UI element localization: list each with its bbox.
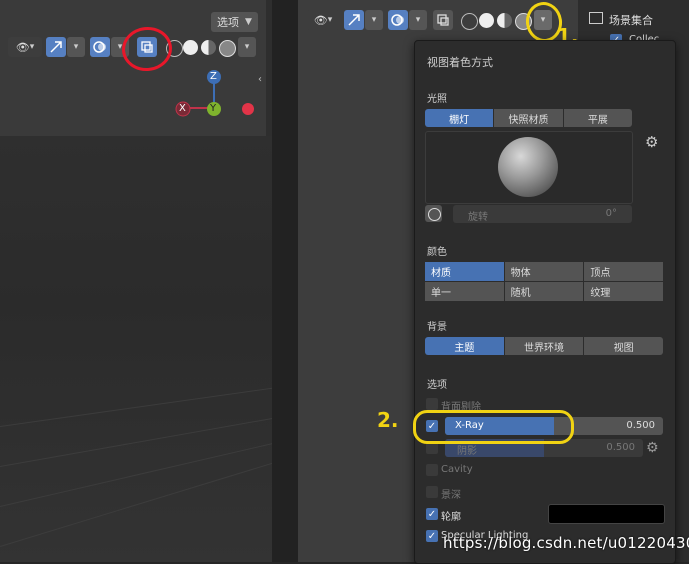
outline-checkbox[interactable]: ✓ bbox=[426, 508, 438, 520]
color-heading: 颜色 bbox=[427, 247, 447, 258]
chevron-down-icon: ▾ bbox=[73, 42, 79, 52]
material-shading-icon[interactable] bbox=[201, 40, 216, 55]
background-tab-viewport[interactable]: 视图 bbox=[584, 337, 663, 355]
xray-value: 0.500 bbox=[626, 420, 655, 431]
chevron-down-icon: ▾ bbox=[29, 42, 35, 52]
visibility-dropdown-right[interactable]: 👁 ▾ bbox=[306, 10, 340, 30]
gizmo-dropdown-right[interactable]: ▾ bbox=[365, 10, 383, 30]
shading-dropdown-left[interactable]: ▾ bbox=[238, 37, 256, 57]
visibility-dropdown[interactable]: 👁 ▾ bbox=[8, 37, 42, 57]
y-axis-label: Y bbox=[210, 103, 217, 114]
shadow-value: 0.500 bbox=[606, 442, 635, 453]
depth-of-field-label: 景深 bbox=[441, 490, 461, 501]
lighting-tab-matcap[interactable]: 快照材质 bbox=[494, 109, 564, 127]
depth-of-field-checkbox[interactable] bbox=[426, 486, 438, 498]
color-vertex[interactable]: 顶点 bbox=[584, 262, 663, 281]
chevron-down-icon: ▾ bbox=[371, 15, 377, 25]
z-axis-label: Z bbox=[210, 71, 217, 82]
rotation-field[interactable]: 旋转 0° bbox=[453, 205, 632, 223]
backface-culling-checkbox[interactable] bbox=[426, 398, 438, 410]
watermark: https://blog.csdn.net/u012204304 bbox=[443, 534, 689, 552]
options-heading: 选项 bbox=[427, 380, 447, 391]
chevron-down-icon: ▾ bbox=[244, 42, 250, 52]
chevron-down-icon: ▼ bbox=[245, 17, 252, 27]
solid-shading-icon[interactable] bbox=[479, 13, 494, 28]
chevron-down-icon: ▾ bbox=[327, 15, 333, 25]
world-space-lighting-toggle[interactable] bbox=[425, 205, 442, 222]
cavity-label: Cavity bbox=[441, 464, 473, 475]
collapse-arrow-icon[interactable]: ‹ bbox=[258, 74, 268, 90]
background-tab-theme[interactable]: 主题 bbox=[425, 337, 505, 355]
options-dropdown[interactable]: 选项 ▼ bbox=[211, 12, 258, 32]
wireframe-shading-icon[interactable] bbox=[461, 13, 478, 30]
gear-icon[interactable]: ⚙ bbox=[646, 440, 659, 456]
x-axis-label: X bbox=[179, 103, 186, 114]
material-shading-icon[interactable] bbox=[497, 13, 512, 28]
gizmo-icon bbox=[348, 14, 360, 26]
overlay-icon bbox=[391, 14, 404, 26]
lighting-tab-studio[interactable]: 棚灯 bbox=[425, 109, 495, 127]
gizmo-dropdown[interactable]: ▾ bbox=[67, 37, 85, 57]
outline-label: 轮廓 bbox=[441, 512, 461, 523]
globe-icon bbox=[428, 208, 441, 221]
yellow-circle-annotation-2 bbox=[413, 410, 574, 444]
background-tabs: 主题 世界环境 视图 bbox=[425, 337, 663, 355]
color-material[interactable]: 材质 bbox=[425, 262, 504, 281]
background-heading: 背景 bbox=[427, 322, 447, 333]
color-random[interactable]: 随机 bbox=[504, 282, 584, 301]
eye-icon: 👁 bbox=[313, 13, 328, 27]
specular-lighting-checkbox[interactable]: ✓ bbox=[426, 530, 438, 542]
step-2-label: 2. bbox=[377, 408, 399, 432]
rotation-label: 旋转 bbox=[468, 212, 488, 223]
background-tab-world[interactable]: 世界环境 bbox=[504, 337, 585, 355]
scene-collection-icon bbox=[589, 12, 603, 24]
overlay-dropdown-right[interactable]: ▾ bbox=[409, 10, 427, 30]
area-divider bbox=[272, 0, 298, 562]
sphere-preview-icon bbox=[498, 137, 558, 197]
overlay-toggle[interactable] bbox=[90, 37, 110, 57]
shadow-label: 阴影 bbox=[457, 446, 477, 457]
lighting-heading: 光照 bbox=[427, 94, 447, 105]
xray-icon bbox=[437, 14, 449, 26]
rotation-value: 0° bbox=[605, 208, 617, 219]
lighting-tabs: 棚灯 快照材质 平展 bbox=[425, 109, 632, 127]
gizmo-toggle[interactable] bbox=[46, 37, 66, 57]
color-object[interactable]: 物体 bbox=[504, 262, 584, 281]
popover-title: 视图着色方式 bbox=[427, 56, 493, 69]
color-texture[interactable]: 纹理 bbox=[584, 282, 663, 301]
xray-toggle-right[interactable] bbox=[433, 10, 453, 30]
cavity-checkbox[interactable] bbox=[426, 464, 438, 476]
chevron-down-icon: ▾ bbox=[415, 15, 421, 25]
gizmo-icon bbox=[50, 41, 62, 53]
outline-color-swatch[interactable] bbox=[548, 504, 665, 524]
color-single[interactable]: 单一 bbox=[425, 282, 504, 301]
x-positive-axis-icon[interactable] bbox=[242, 103, 254, 115]
solid-shading-icon[interactable] bbox=[183, 40, 198, 55]
options-label: 选项 bbox=[217, 16, 239, 29]
gizmo-toggle-right[interactable] bbox=[344, 10, 364, 30]
overlay-toggle-right[interactable] bbox=[388, 10, 408, 30]
rendered-shading-icon[interactable] bbox=[219, 40, 236, 57]
color-options: 材质 物体 顶点 单一 随机 纹理 bbox=[425, 262, 663, 301]
left-viewport-grid bbox=[0, 136, 318, 562]
lighting-tab-flat[interactable]: 平展 bbox=[563, 109, 632, 127]
studio-light-preview[interactable] bbox=[425, 131, 633, 204]
outliner-header: 场景集合 bbox=[609, 14, 653, 27]
gear-icon[interactable]: ⚙ bbox=[645, 133, 658, 151]
eye-icon: 👁 bbox=[15, 40, 30, 54]
overlay-icon bbox=[93, 41, 106, 53]
